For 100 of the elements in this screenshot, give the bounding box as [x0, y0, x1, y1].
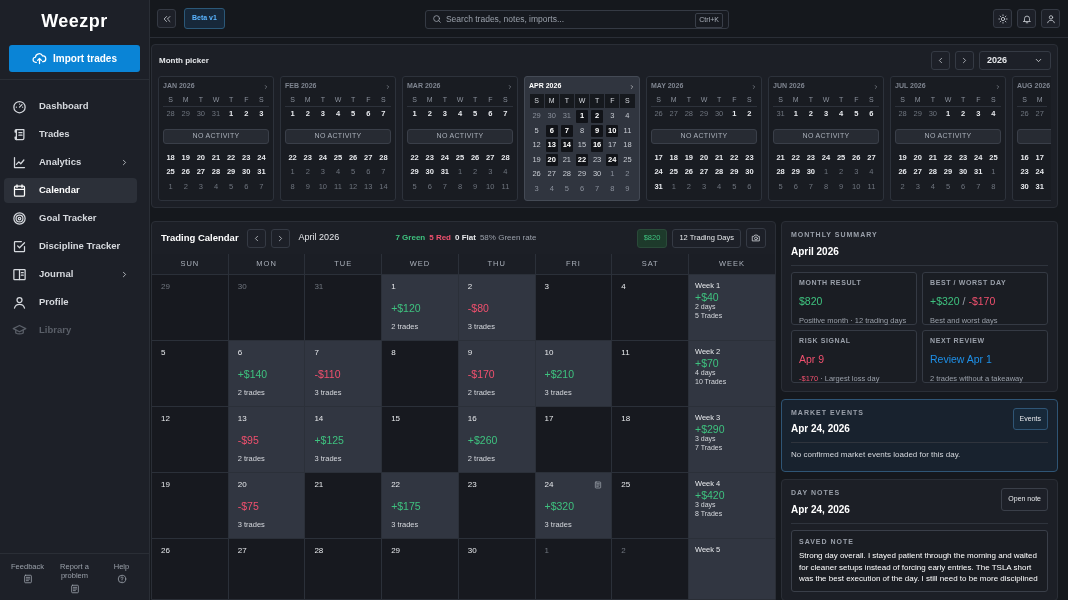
day-cell[interactable]: 29 [152, 275, 228, 340]
sidebar-item[interactable]: Journal [4, 262, 137, 287]
pnl-amount: -$95 [237, 433, 260, 448]
day-cell[interactable]: 8 [382, 341, 458, 406]
cloud-upload-icon [32, 51, 48, 66]
pnl-amount: +$260 [467, 433, 499, 448]
chevron-left-icon [936, 56, 945, 65]
day-cell[interactable]: 25 [612, 473, 688, 538]
user-icon [12, 295, 27, 310]
pnl-amount: -$80 [467, 301, 490, 316]
day-number: 11 [621, 347, 630, 359]
day-cell[interactable]: 21 [305, 473, 382, 538]
screenshot-button[interactable] [746, 228, 766, 248]
book-icon [12, 267, 27, 282]
day-cell[interactable]: 17 [535, 407, 612, 472]
day-cell[interactable]: 30 [228, 275, 305, 340]
day-cell[interactable]: 19 [152, 473, 228, 538]
day-cell[interactable]: 12 [152, 407, 228, 472]
day-cell[interactable]: 29 [382, 539, 458, 599]
line-chart-icon [12, 155, 27, 170]
notifications-button[interactable] [1017, 9, 1036, 28]
stat-text: 7 Green [395, 232, 426, 244]
day-cell[interactable]: 26 [152, 539, 228, 599]
stat-text: 5 Red [429, 232, 451, 244]
sidebar-item[interactable]: Discipline Tracker [4, 234, 137, 259]
day-number: 16 [467, 413, 477, 425]
caret-icon [1034, 56, 1043, 65]
day-number: 31 [314, 281, 324, 293]
note-text: Strong day overall. I stayed patient through the morning and waited for cleaner setups instead of forcing early entries. The TSLA short was the best execution of the day. I still need to be more disciplined [799, 550, 1039, 585]
day-cell[interactable]: 5 [152, 341, 228, 406]
day-cell[interactable]: 23 [458, 473, 535, 538]
day-cell[interactable]: 4 [612, 275, 688, 340]
empty-message: No confirmed market events loaded for this day. [791, 449, 962, 461]
day-number: 3 [544, 281, 549, 293]
theme-toggle-button[interactable] [993, 9, 1012, 28]
sidebar-item[interactable]: Profile [4, 290, 137, 315]
day-number: 2 [467, 281, 473, 293]
day-number: 9 [467, 347, 473, 359]
sidebar-item[interactable]: Dashboard [4, 94, 137, 119]
day-number: 20 [237, 479, 247, 491]
day-cell[interactable]: 18 [612, 407, 688, 472]
day-number: 15 [391, 413, 401, 425]
tile-value: Review Apr 1 [930, 352, 993, 367]
import-trades-button[interactable]: Import trades [9, 45, 140, 72]
day-number: 8 [391, 347, 396, 359]
week-pnl: +$70 [695, 357, 719, 370]
graduation-cap-icon [12, 323, 27, 338]
chevron-right-icon [120, 158, 129, 167]
search-icon [431, 13, 442, 24]
logo: Weezpr [41, 10, 108, 33]
day-number: 29 [391, 545, 401, 557]
day-cell[interactable]: 3 [535, 275, 612, 340]
double-chevron-left-icon [161, 13, 172, 24]
day-number: 19 [161, 479, 170, 491]
sidebar-item[interactable]: Analytics [4, 150, 137, 175]
day-cell[interactable]: 30 [458, 539, 535, 599]
day-number: 23 [467, 479, 477, 491]
day-cell[interactable]: 28 [305, 539, 382, 599]
pnl-amount: +$140 [237, 367, 269, 382]
day-number: 5 [161, 347, 166, 359]
day-cell[interactable]: 27 [228, 539, 305, 599]
user-icon [1045, 13, 1056, 24]
profile-button[interactable] [1041, 9, 1060, 28]
day-number: 24 [544, 479, 554, 491]
day-cell[interactable]: 15 [382, 407, 458, 472]
pnl-amount: +$210 [544, 367, 576, 382]
chevron-right-icon [629, 83, 635, 90]
card-title: Apr 24, 2026 [791, 502, 850, 517]
day-number: 6 [237, 347, 243, 359]
day-cell[interactable]: 2 [612, 539, 688, 599]
camera-icon [751, 233, 761, 243]
tile-value: +$320 / -$170 [930, 294, 997, 309]
sidebar-item[interactable]: Trades [4, 122, 137, 147]
day-number: 1 [544, 545, 549, 557]
stat-text: 0 Flat [455, 232, 476, 244]
card-title: April 2026 [791, 244, 840, 259]
week-pnl: +$290 [695, 423, 725, 436]
year-select[interactable]: 2026 [979, 51, 1051, 70]
sidebar-item[interactable]: Calendar [4, 178, 137, 203]
stat-text: 58% Green rate [479, 232, 537, 244]
target-icon [12, 211, 27, 226]
help-icon [116, 574, 127, 585]
day-cell[interactable]: 11 [612, 341, 688, 406]
calendar-icon [12, 183, 27, 198]
day-cell[interactable]: 1 [535, 539, 612, 599]
collapse-sidebar-button[interactable] [157, 9, 176, 28]
day-number: 18 [621, 413, 631, 425]
chevron-right-icon [873, 83, 879, 90]
note-icon [22, 574, 33, 585]
chevron-right-icon [751, 83, 757, 90]
pnl-amount: -$75 [237, 499, 260, 514]
day-number: 21 [314, 479, 324, 491]
day-number: 14 [314, 413, 324, 425]
card-title: Apr 24, 2026 [791, 422, 851, 436]
pnl-amount: +$125 [314, 433, 345, 448]
scroll-icon [12, 127, 27, 142]
day-number: 4 [621, 281, 626, 293]
bell-icon [1021, 13, 1032, 24]
day-cell[interactable]: 31 [305, 275, 382, 340]
sidebar-item[interactable]: Goal Tracker [4, 206, 137, 231]
